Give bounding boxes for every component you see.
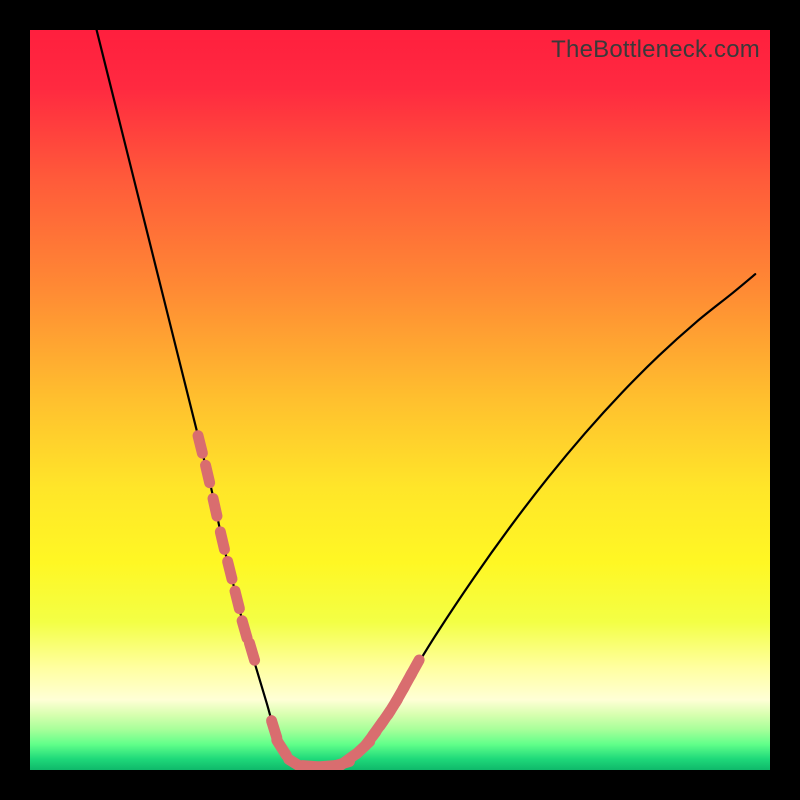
marker-capsule <box>235 591 239 608</box>
plot-area: TheBottleneck.com <box>30 30 770 770</box>
chart-svg <box>30 30 770 770</box>
marker-capsule <box>206 465 210 483</box>
marker-capsule <box>198 436 202 453</box>
marker-capsule <box>249 643 254 660</box>
marker-capsule <box>277 740 287 755</box>
marker-capsule <box>410 660 419 676</box>
bottleneck-curve <box>97 30 756 767</box>
marker-capsule <box>213 499 217 517</box>
marker-capsule <box>228 561 232 578</box>
chart-frame: TheBottleneck.com <box>0 0 800 800</box>
marker-group <box>198 436 419 769</box>
marker-capsule <box>220 532 224 550</box>
marker-capsule <box>242 621 247 638</box>
